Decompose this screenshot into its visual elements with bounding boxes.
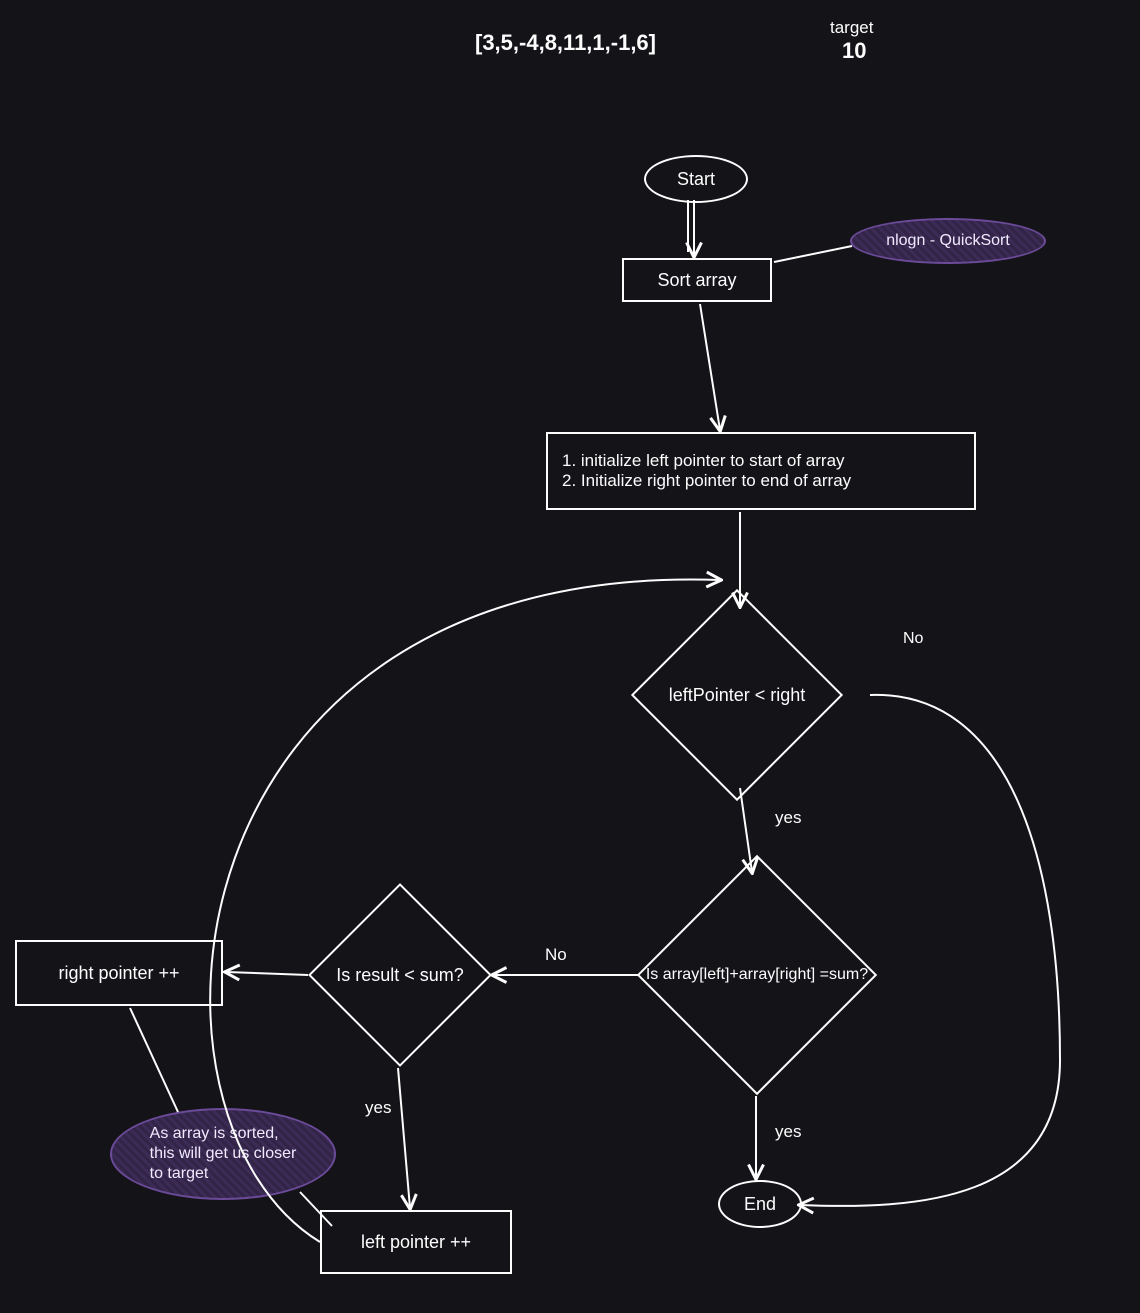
sorted-helps-annotation: As array is sorted, this will get us clo…: [110, 1108, 336, 1200]
end-node: End: [718, 1180, 802, 1228]
right-pointer-inc: right pointer ++: [15, 940, 223, 1006]
loop-no-label: No: [903, 630, 923, 648]
sort-array-step: Sort array: [622, 258, 772, 302]
initialize-pointers-step: 1. initialize left pointer to start of a…: [546, 432, 976, 510]
loop-condition: leftPointer < right: [662, 620, 812, 770]
flowchart-canvas: [3,5,-4,8,11,1,-1,6] target 10 Start Sor…: [0, 0, 1140, 1313]
left-pointer-inc-text: left pointer ++: [361, 1232, 471, 1253]
loop-yes-label: yes: [775, 808, 801, 828]
input-array: [3,5,-4,8,11,1,-1,6]: [475, 30, 656, 56]
result-yes-label: yes: [365, 1098, 391, 1118]
target-label: target: [830, 18, 873, 38]
sort-array-label: Sort array: [657, 270, 736, 291]
left-pointer-inc: left pointer ++: [320, 1210, 512, 1274]
sum-equality-condition: Is array[left]+array[right] =sum?: [672, 890, 842, 1060]
quicksort-annotation-text: nlogn - QuickSort: [886, 231, 1010, 251]
sorted-helps-text: As array is sorted, this will get us clo…: [150, 1124, 297, 1184]
end-label: End: [744, 1194, 776, 1215]
initialize-pointers-text: 1. initialize left pointer to start of a…: [562, 451, 851, 491]
loop-condition-text: leftPointer < right: [669, 685, 806, 706]
sum-equality-text: Is array[left]+array[right] =sum?: [646, 966, 868, 984]
target-value: 10: [842, 38, 866, 64]
right-pointer-inc-text: right pointer ++: [58, 963, 179, 984]
start-node: Start: [644, 155, 748, 203]
sum-no-label: No: [545, 945, 567, 965]
quicksort-annotation: nlogn - QuickSort: [850, 218, 1046, 264]
result-lt-sum-text: Is result < sum?: [336, 965, 464, 986]
result-lt-sum-condition: Is result < sum?: [335, 910, 465, 1040]
sum-yes-label: yes: [775, 1122, 801, 1142]
start-label: Start: [677, 169, 715, 190]
